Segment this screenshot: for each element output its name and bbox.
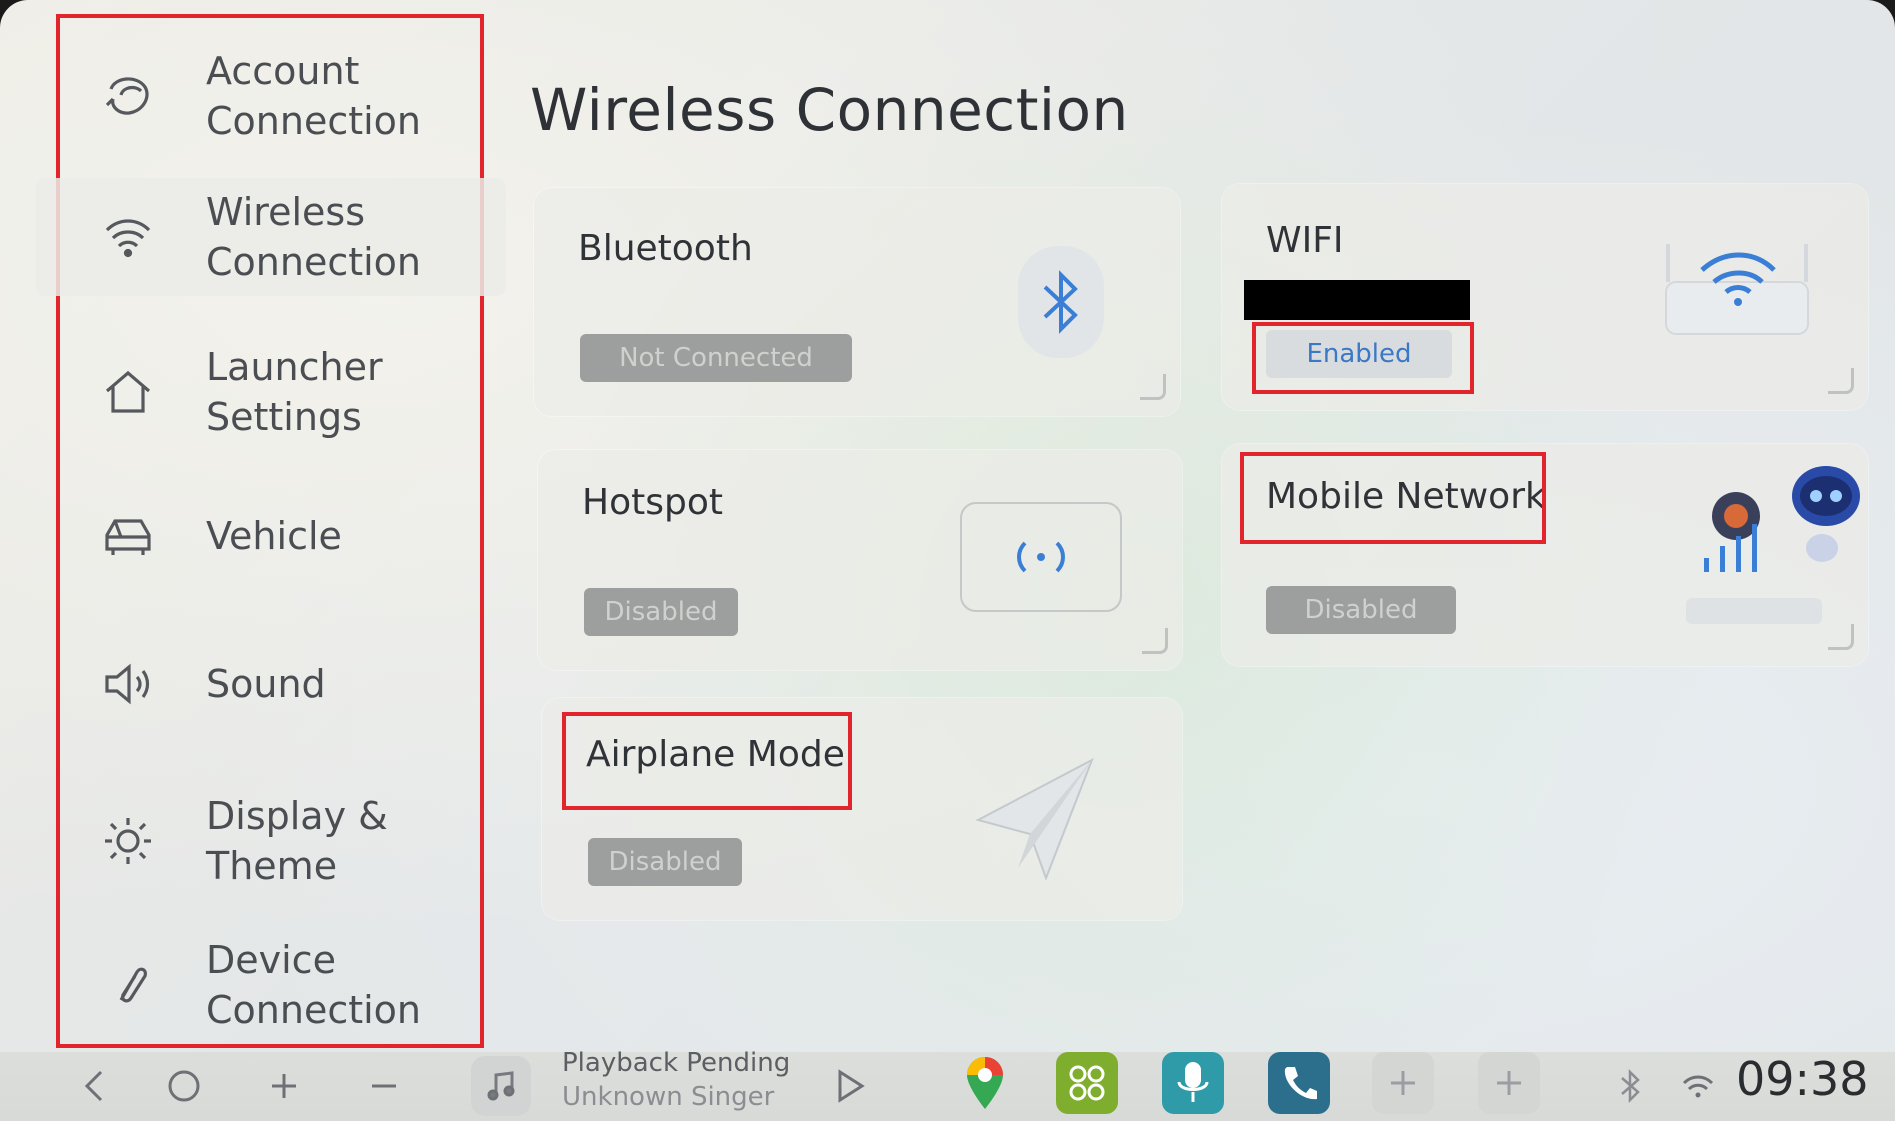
volume-down-button[interactable]	[356, 1058, 412, 1114]
sidebar-item-label: Display & Theme	[206, 794, 388, 888]
card-corner	[1828, 624, 1854, 650]
wifi-card[interactable]: WIFI Enabled	[1222, 184, 1868, 410]
sidebar: Account Connection Wireless Connection L…	[36, 14, 506, 1048]
music-app-button[interactable]	[470, 1056, 532, 1116]
plus-icon	[1391, 1071, 1415, 1095]
mobile-network-card[interactable]: Mobile Network Disabled	[1222, 444, 1868, 666]
sidebar-item-label: Wireless Connection	[206, 190, 422, 284]
phone-app-button[interactable]	[1268, 1052, 1330, 1114]
microphone-icon	[1177, 1062, 1209, 1102]
screen: Account Connection Wireless Connection L…	[0, 0, 1895, 1121]
sidebar-item-label: Account Connection	[206, 49, 422, 143]
home-button[interactable]	[156, 1058, 212, 1114]
wifi-title: WIFI	[1266, 220, 1344, 261]
sidebar-item-label: Sound	[206, 662, 326, 706]
redacted-network-name	[1244, 280, 1470, 320]
add-shortcut-button-2[interactable]	[1478, 1052, 1540, 1114]
sidebar-item-device-connection[interactable]: Device Connection	[60, 926, 480, 1044]
car-icon	[98, 506, 158, 566]
card-corner	[1142, 628, 1168, 654]
sidebar-item-sound[interactable]: Sound	[60, 644, 480, 724]
sidebar-item-launcher-settings[interactable]: Launcher Settings	[60, 336, 480, 448]
sidebar-item-label: Launcher Settings	[206, 345, 383, 439]
volume-up-button[interactable]	[256, 1058, 312, 1114]
hotspot-title: Hotspot	[582, 482, 723, 523]
map-pin-icon	[967, 1057, 1003, 1109]
hotspot-icon	[960, 502, 1122, 612]
sun-icon	[98, 811, 158, 871]
speaker-icon	[98, 654, 158, 714]
hotspot-status: Disabled	[584, 588, 738, 636]
media-artist: Unknown Singer	[562, 1082, 775, 1112]
plus-icon	[1497, 1071, 1521, 1095]
sidebar-item-display-theme[interactable]: Display & Theme	[60, 782, 480, 900]
link-icon	[98, 955, 158, 1015]
highlight-box	[1252, 322, 1474, 394]
sidebar-item-account-connection[interactable]: Account Connection	[60, 40, 480, 152]
back-button[interactable]	[66, 1058, 122, 1114]
card-corner	[1828, 368, 1854, 394]
airplane-mode-title: Airplane Mode	[586, 734, 845, 775]
play-button[interactable]	[822, 1058, 878, 1114]
home-icon	[98, 362, 158, 422]
music-note-icon	[471, 1056, 531, 1116]
bluetooth-title: Bluetooth	[578, 228, 753, 269]
page-title: Wireless Connection	[530, 76, 1129, 144]
sidebar-item-wireless-connection[interactable]: Wireless Connection	[36, 178, 506, 296]
signal-bar-placeholder	[1686, 598, 1822, 624]
sidebar-item-label: Device Connection	[206, 938, 422, 1032]
sidebar-item-label: Vehicle	[206, 514, 342, 558]
voice-assistant-button[interactable]	[1162, 1052, 1224, 1114]
media-title: Playback Pending	[562, 1048, 791, 1078]
card-corner	[1140, 374, 1166, 400]
clock: 09:38	[1736, 1052, 1869, 1106]
mobile-signal-icon	[1698, 454, 1860, 586]
paper-plane-icon	[974, 750, 1106, 882]
wifi-icon	[98, 207, 158, 267]
mobile-network-status: Disabled	[1266, 586, 1456, 634]
wifi-router-icon	[1658, 234, 1816, 344]
maps-app-button[interactable]	[954, 1052, 1016, 1114]
hotspot-card[interactable]: Hotspot Disabled	[538, 450, 1182, 670]
bluetooth-card[interactable]: Bluetooth Not Connected	[534, 188, 1180, 416]
bluetooth-status: Not Connected	[580, 334, 852, 382]
bluetooth-icon	[1018, 246, 1104, 358]
phone-icon	[1284, 1067, 1317, 1100]
bluetooth-status-icon	[1612, 1058, 1648, 1114]
airplane-mode-card[interactable]: Airplane Mode Disabled	[542, 698, 1182, 920]
apps-grid-button[interactable]	[1056, 1052, 1118, 1114]
wifi-status-icon	[1676, 1058, 1720, 1114]
account-icon	[98, 66, 158, 126]
highlight-box	[1240, 452, 1546, 544]
airplane-mode-status: Disabled	[588, 838, 742, 886]
grid-icon	[1069, 1065, 1105, 1101]
sidebar-item-vehicle[interactable]: Vehicle	[60, 496, 480, 576]
add-shortcut-button[interactable]	[1372, 1052, 1434, 1114]
